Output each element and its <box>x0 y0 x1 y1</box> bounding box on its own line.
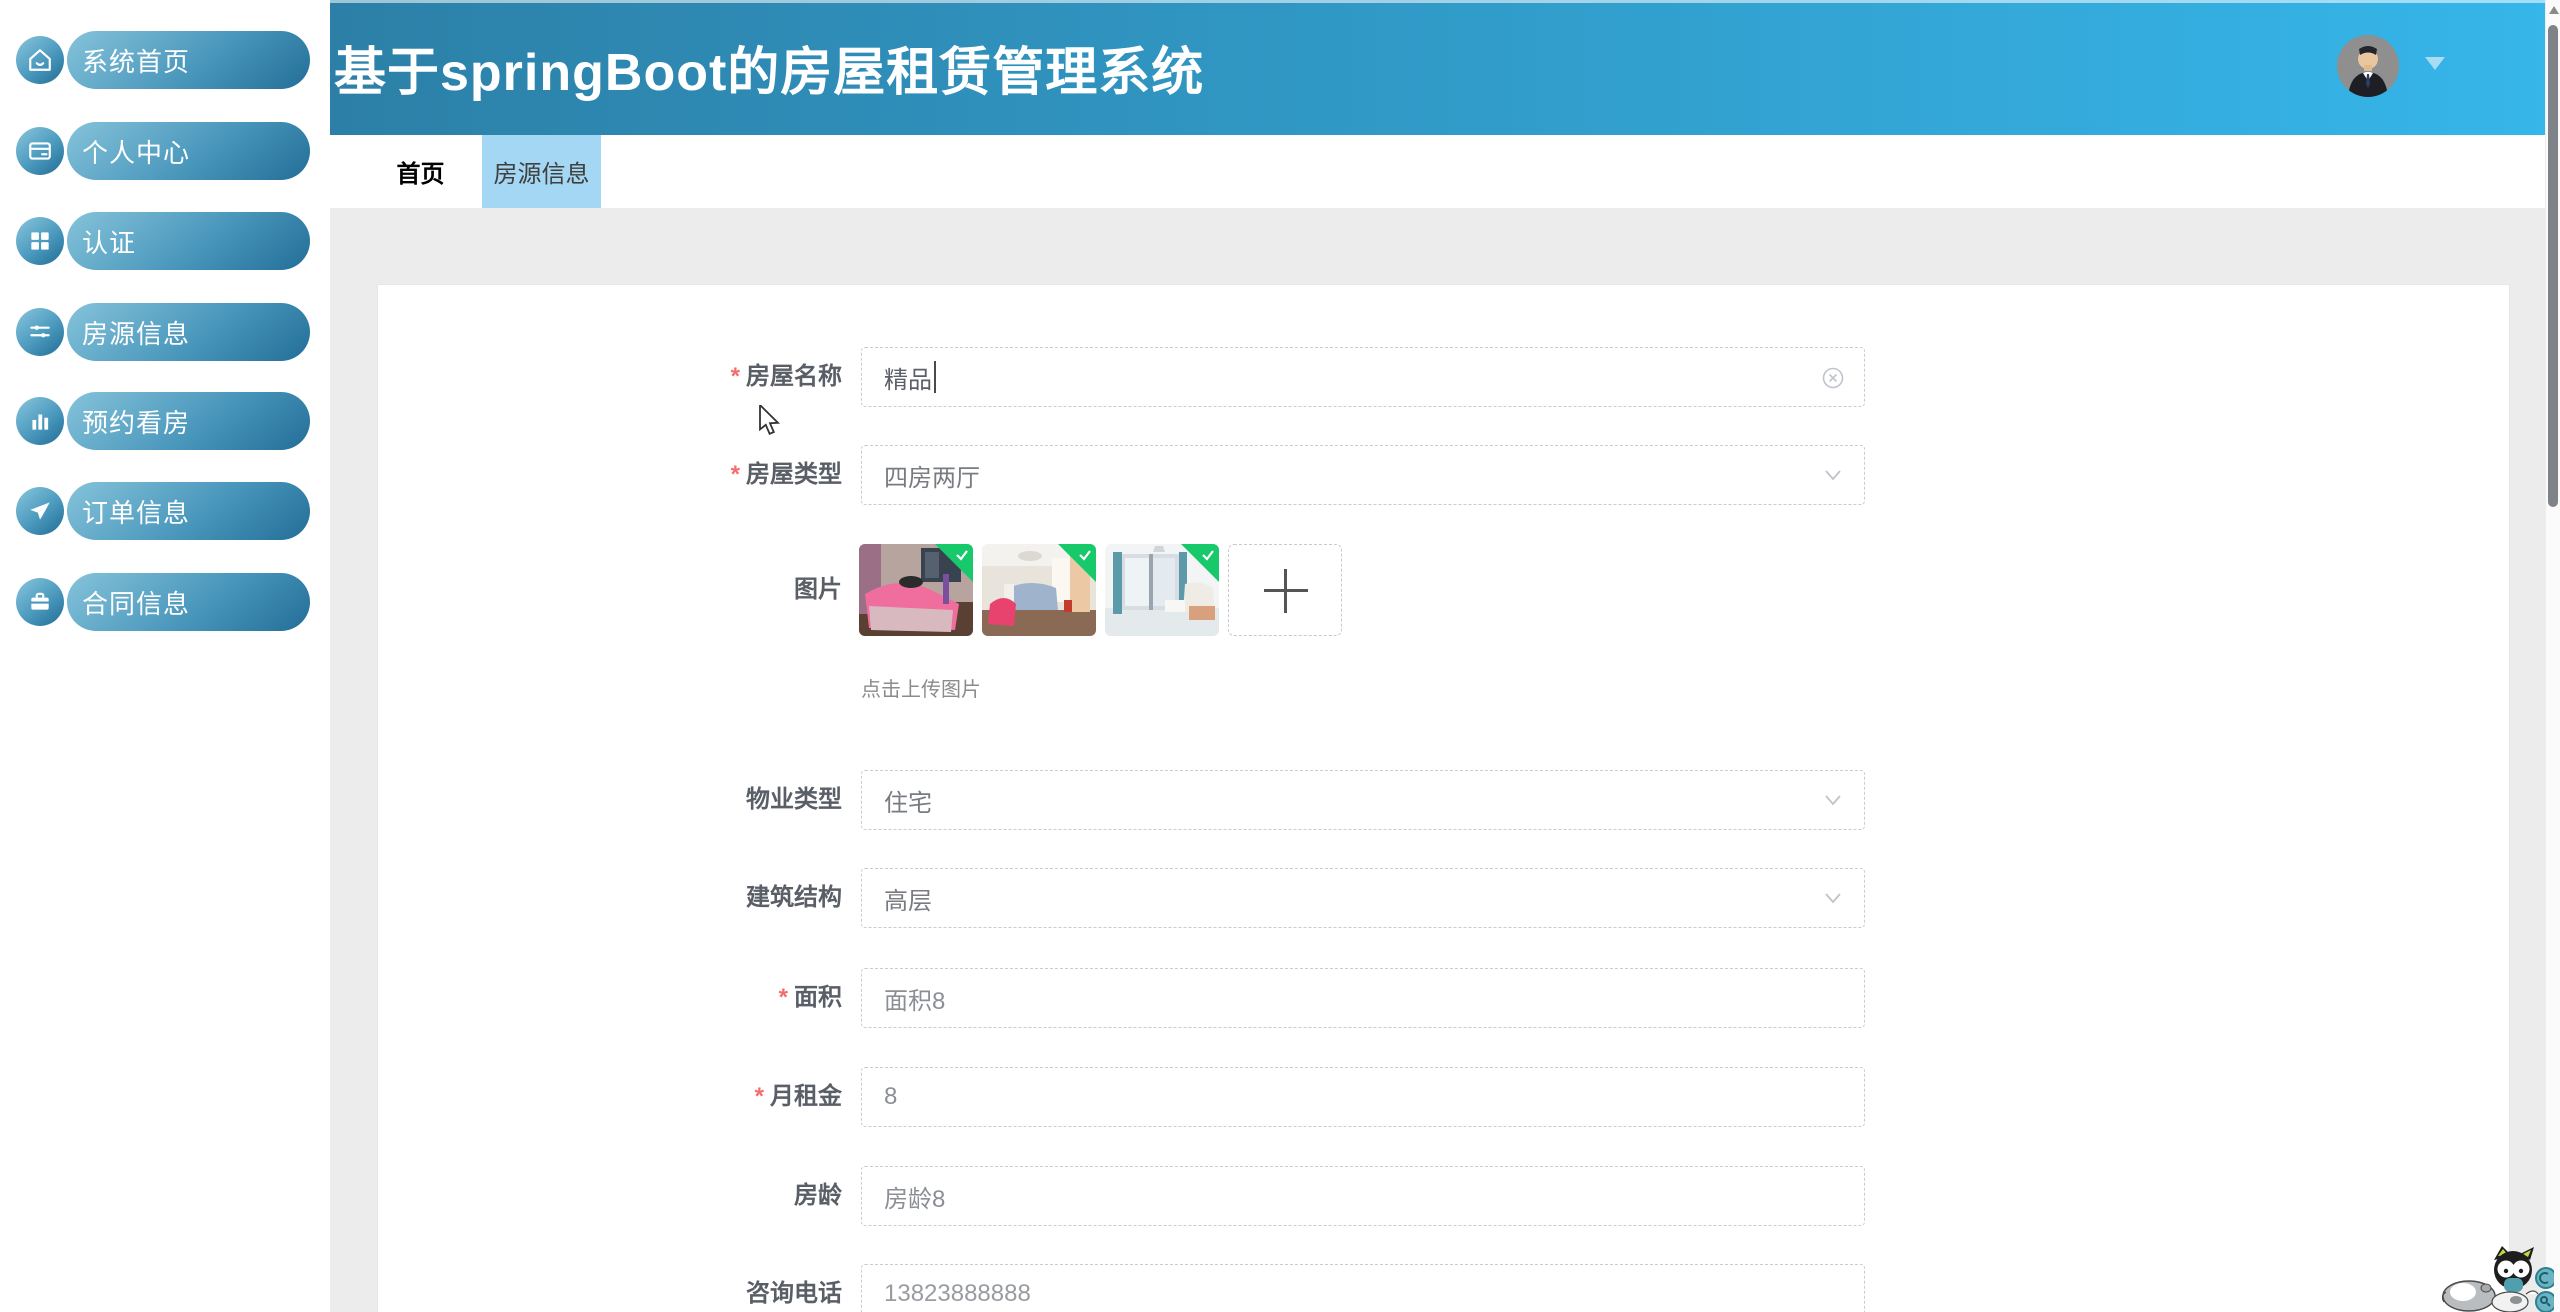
field-label: 物业类型 <box>378 770 842 830</box>
sidebar-item-label: 预约看房 <box>82 403 190 440</box>
avatar[interactable] <box>2337 35 2399 97</box>
form-card: *房屋名称 精品 *房屋类型 四房两厅 <box>377 284 2510 1312</box>
form-row-age: 房龄 房龄8 <box>378 1166 2509 1226</box>
content-area: *房屋名称 精品 *房屋类型 四房两厅 <box>330 208 2545 1312</box>
check-icon <box>954 547 970 563</box>
caret-down-icon[interactable] <box>2425 57 2445 70</box>
sliders-icon[interactable] <box>16 308 64 356</box>
sidebar-item-home[interactable]: 系统首页 <box>0 31 330 89</box>
form-row-structure: 建筑结构 高层 <box>378 868 2509 928</box>
scrollbar-up-arrow[interactable] <box>2549 6 2559 14</box>
sidebar-item-contracts[interactable]: 合同信息 <box>0 573 330 631</box>
mascot-button-1 <box>2536 1268 2554 1288</box>
chevron-down-icon <box>1824 468 1842 482</box>
avatar-photo <box>2337 35 2399 97</box>
sidebar-item-label: 认证 <box>82 223 136 260</box>
field-label: 房龄 <box>378 1166 842 1226</box>
sidebar: 系统首页 个人中心 认证 房源信息 预约看房 <box>0 0 330 1312</box>
home-icon[interactable] <box>16 36 64 84</box>
scrollbar-thumb[interactable] <box>2548 25 2558 507</box>
sidebar-item-label: 合同信息 <box>82 584 190 621</box>
vertical-scrollbar <box>2545 0 2560 1312</box>
sidebar-item-label: 订单信息 <box>82 493 190 530</box>
phone-input[interactable]: 13823888888 <box>861 1264 1865 1312</box>
house-type-select[interactable]: 四房两厅 <box>861 445 1865 505</box>
sidebar-item-label: 系统首页 <box>82 42 190 79</box>
tab-bar: 首页 房源信息 <box>330 135 2545 208</box>
field-label: *月租金 <box>378 1067 842 1127</box>
sidebar-item-orders[interactable]: 订单信息 <box>0 482 330 540</box>
age-input[interactable]: 房龄8 <box>861 1166 1865 1226</box>
form-row-rent: *月租金 8 <box>378 1067 2509 1127</box>
plus-icon <box>1284 569 1287 613</box>
sidebar-item-label: 个人中心 <box>82 133 190 170</box>
uploaded-image-1[interactable] <box>859 544 973 636</box>
page-title: 基于springBoot的房屋租赁管理系统 <box>334 0 1204 135</box>
briefcase-icon[interactable] <box>16 578 64 626</box>
upload-add-button[interactable] <box>1228 544 1342 636</box>
field-label: 建筑结构 <box>378 868 842 928</box>
bar-chart-icon[interactable] <box>16 397 64 445</box>
clear-icon[interactable] <box>1822 367 1844 389</box>
sidebar-item-profile[interactable]: 个人中心 <box>0 122 330 180</box>
form-row-house-type: *房屋类型 四房两厅 <box>378 445 2509 505</box>
chevron-down-icon <box>1824 891 1842 905</box>
rent-input[interactable]: 8 <box>861 1067 1865 1127</box>
uploaded-image-3[interactable] <box>1105 544 1219 636</box>
tab-home[interactable]: 首页 <box>363 135 478 208</box>
area-input[interactable]: 面积8 <box>861 968 1865 1028</box>
field-label: 图片 <box>378 560 842 620</box>
grid-icon[interactable] <box>16 217 64 265</box>
field-label: *面积 <box>378 968 842 1028</box>
structure-select[interactable]: 高层 <box>861 868 1865 928</box>
text-caret <box>934 361 936 393</box>
form-row-house-name: *房屋名称 精品 <box>378 347 2509 407</box>
header: 基于springBoot的房屋租赁管理系统 <box>330 0 2560 135</box>
field-label: 咨询电话 <box>378 1264 842 1312</box>
form-row-property-type: 物业类型 住宅 <box>378 770 2509 830</box>
upload-list <box>859 544 1342 636</box>
check-icon <box>1077 547 1093 563</box>
sidebar-item-appointments[interactable]: 预约看房 <box>0 392 330 450</box>
upload-tip: 点击上传图片 <box>861 673 981 702</box>
sidebar-item-listings[interactable]: 房源信息 <box>0 303 330 361</box>
house-name-input[interactable]: 精品 <box>861 347 1865 407</box>
form-row-images: 图片 <box>378 560 2509 620</box>
id-card-icon[interactable] <box>16 127 64 175</box>
page: 系统首页 个人中心 认证 房源信息 预约看房 <box>0 0 2560 1312</box>
check-icon <box>1200 547 1216 563</box>
cat-mascot[interactable] <box>2442 1244 2554 1312</box>
send-icon[interactable] <box>16 487 64 535</box>
uploaded-image-2[interactable] <box>982 544 1096 636</box>
tab-listings[interactable]: 房源信息 <box>482 135 601 208</box>
form-row-area: *面积 面积8 <box>378 968 2509 1028</box>
chevron-down-icon <box>1824 793 1842 807</box>
field-label: *房屋名称 <box>378 347 842 407</box>
sidebar-item-label: 房源信息 <box>82 314 190 351</box>
field-label: *房屋类型 <box>378 445 842 505</box>
sidebar-item-auth[interactable]: 认证 <box>0 212 330 270</box>
form-row-phone: 咨询电话 13823888888 <box>378 1264 2509 1312</box>
property-type-select[interactable]: 住宅 <box>861 770 1865 830</box>
